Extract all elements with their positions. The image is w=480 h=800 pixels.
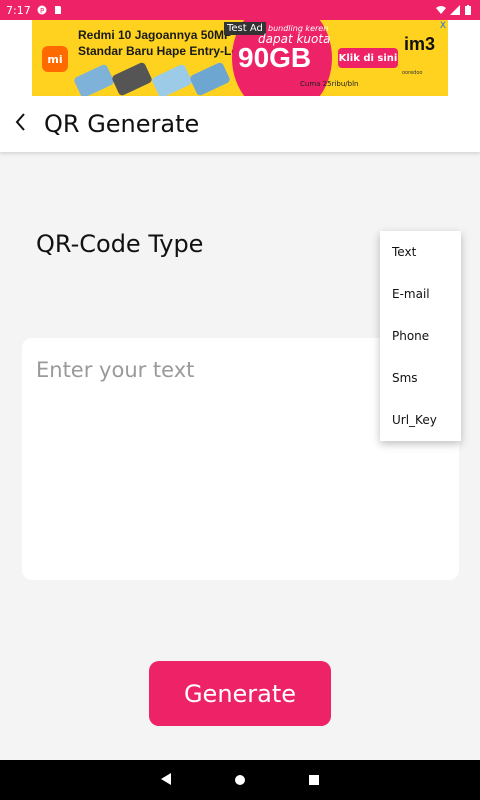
- menu-item-url-key[interactable]: Url_Key: [380, 399, 461, 441]
- back-button[interactable]: [0, 96, 40, 152]
- page-title: QR Generate: [44, 110, 200, 138]
- square-recents-icon: [308, 771, 320, 790]
- chevron-left-icon: [14, 112, 26, 136]
- phone-image: [189, 61, 231, 96]
- qr-type-label: QR-Code Type: [36, 230, 204, 258]
- menu-item-email[interactable]: E-mail: [380, 273, 461, 315]
- status-bar: 7:17 P: [0, 0, 480, 20]
- circle-home-icon: [234, 771, 246, 790]
- svg-text:P: P: [40, 7, 44, 15]
- operator-sub: ooredoo: [402, 70, 423, 76]
- phone-image: [73, 63, 115, 96]
- menu-item-sms[interactable]: Sms: [380, 357, 461, 399]
- phones-image: [72, 60, 232, 96]
- battery-icon: [464, 5, 474, 15]
- menu-item-text[interactable]: Text: [380, 231, 461, 273]
- menu-item-phone[interactable]: Phone: [380, 315, 461, 357]
- clock: 7:17: [6, 3, 31, 17]
- sd-card-icon: [53, 5, 63, 15]
- ad-banner[interactable]: mi Redmi 10 Jagoannya 50MP Standar Baru …: [32, 20, 448, 96]
- qr-type-menu: Text E-mail Phone Sms Url_Key: [380, 231, 461, 441]
- ad-strip: mi Redmi 10 Jagoannya 50MP Standar Baru …: [0, 20, 480, 96]
- navigation-bar: [0, 760, 480, 800]
- wifi-icon: [436, 5, 446, 15]
- phone-image: [151, 63, 193, 96]
- ad-cta-button[interactable]: Klik di sini: [338, 48, 398, 68]
- nav-home-button[interactable]: [232, 772, 248, 788]
- price-note: Cuma 25ribu/bln: [300, 80, 359, 88]
- nav-recents-button[interactable]: [306, 772, 322, 788]
- ad-headline-2: Standar Baru Hape Entry-Level: [78, 44, 255, 58]
- generate-button[interactable]: Generate: [149, 661, 331, 726]
- triangle-back-icon: [160, 771, 172, 790]
- signal-icon: [450, 5, 460, 15]
- promo-amount: 90GB: [238, 42, 312, 73]
- operator-logo: im3: [404, 34, 436, 54]
- nav-back-button[interactable]: [158, 772, 174, 788]
- toolbar: QR Generate: [0, 96, 480, 152]
- mi-logo: mi: [42, 46, 68, 72]
- ad-close-icon[interactable]: X: [440, 21, 446, 31]
- p-icon: P: [37, 5, 47, 15]
- ad-headline-1: Redmi 10 Jagoannya 50MP: [78, 28, 233, 42]
- phone-image: [111, 61, 153, 96]
